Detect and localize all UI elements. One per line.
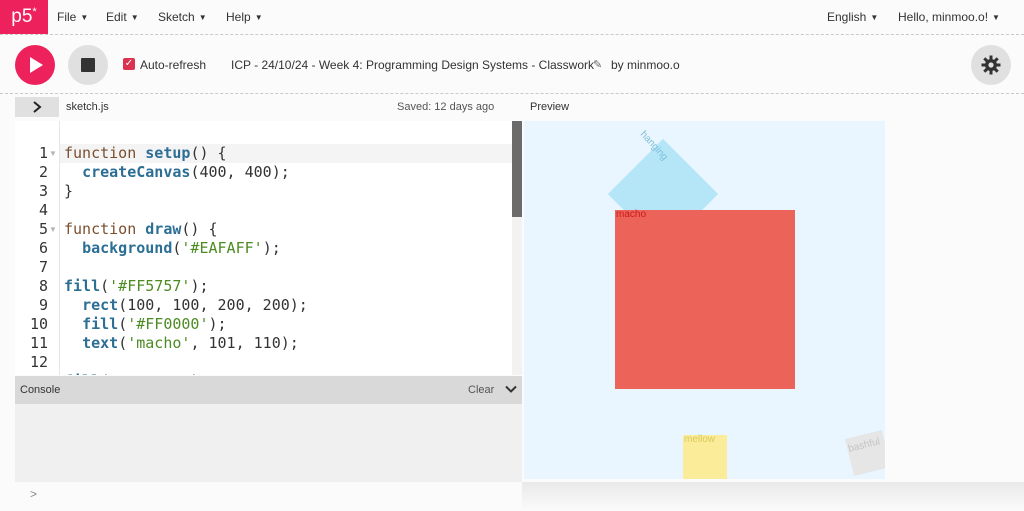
line-number: 5 <box>38 220 48 238</box>
menu-edit[interactable]: Edit ▼ <box>106 10 139 24</box>
chevron-right-icon <box>33 101 42 113</box>
fold-arrow-icon[interactable]: ▼ <box>49 144 57 163</box>
divider <box>0 34 1024 35</box>
saved-status: Saved: 12 days ago <box>397 101 495 113</box>
code-line[interactable]: fill('#C5F4FF') <box>64 372 199 375</box>
line-number: 2 <box>38 163 48 181</box>
sketch-canvas[interactable]: hanging macho mellow bashful <box>524 121 885 479</box>
code-line[interactable]: fill('#FF0000'); <box>64 315 227 334</box>
auto-refresh-checkbox[interactable]: ✓ <box>123 58 135 70</box>
top-navigation: p5 * File ▼ Edit ▼ Sketch ▼ Help ▼ English ▼ H… <box>0 0 1024 34</box>
code-line[interactable]: } <box>64 182 73 201</box>
mellow-text: mellow <box>684 434 716 445</box>
menu-file-label: File <box>57 10 77 24</box>
line-number: 6 <box>38 239 48 257</box>
console-prompt: > <box>30 487 38 501</box>
author-link[interactable]: minmoo.o <box>627 58 680 72</box>
console-header: Console Clear <box>15 376 522 404</box>
preview-label: Preview <box>530 101 570 113</box>
console-clear-button[interactable]: Clear <box>468 384 494 396</box>
menu-help-label: Help <box>226 10 251 24</box>
code-editor[interactable]: 1 ▼ 2 3 4 5 ▼ 6 7 8 9 10 11 12 function se… <box>15 121 522 375</box>
menu-file[interactable]: File ▼ <box>57 10 88 24</box>
auto-refresh-label[interactable]: Auto-refresh <box>140 58 206 72</box>
line-number: 10 <box>29 315 48 333</box>
p5-logo[interactable]: p5 * <box>0 0 48 34</box>
line-number: 11 <box>29 334 48 352</box>
fold-arrow-icon[interactable]: ▼ <box>49 220 57 239</box>
macho-text: macho <box>616 209 647 220</box>
chevron-down-icon: ▼ <box>254 13 263 22</box>
logo-asterisk: * <box>32 6 37 18</box>
chevron-down-icon: ▼ <box>870 13 879 22</box>
pencil-icon[interactable]: ✎ <box>593 58 602 71</box>
language-label: English <box>827 10 867 24</box>
console-output <box>15 404 522 482</box>
code-line[interactable]: background('#EAFAFF'); <box>64 239 281 258</box>
logo-text: p5 <box>11 6 33 27</box>
chevron-down-icon: ▼ <box>130 13 139 22</box>
chevron-down-icon: ▼ <box>992 13 1000 22</box>
gear-icon <box>981 55 1001 75</box>
preview-bottom-shadow <box>522 482 1024 511</box>
line-number: 4 <box>38 201 48 219</box>
sketch-title[interactable]: ICP - 24/10/24 - Week 4: Programming Des… <box>231 58 594 72</box>
console-label: Console <box>20 384 61 396</box>
menu-help[interactable]: Help ▼ <box>226 10 263 24</box>
line-number: 1 <box>38 144 48 162</box>
chevron-down-icon[interactable] <box>505 385 517 394</box>
scrollbar-thumb[interactable] <box>512 121 522 217</box>
play-button[interactable] <box>15 45 55 85</box>
language-selector[interactable]: English ▼ <box>827 10 878 24</box>
red-square <box>615 210 795 389</box>
filename[interactable]: sketch.js <box>66 101 109 113</box>
console-input[interactable]: > <box>0 482 522 511</box>
line-number: 9 <box>38 296 48 314</box>
code-line[interactable]: fill('#FF5757'); <box>64 277 209 296</box>
user-menu[interactable]: Hello, minmoo.o! ▼ <box>898 10 1000 24</box>
code-line[interactable]: rect(100, 100, 200, 200); <box>64 296 308 315</box>
menu-sketch-label: Sketch <box>158 10 195 24</box>
settings-button[interactable] <box>971 45 1011 85</box>
code-line[interactable]: function draw() { <box>64 220 218 239</box>
code-area[interactable]: function setup() { createCanvas(400, 400… <box>64 121 512 375</box>
menu-sketch[interactable]: Sketch ▼ <box>158 10 207 24</box>
code-line[interactable]: createCanvas(400, 400); <box>64 163 290 182</box>
chevron-down-icon: ▼ <box>80 13 89 22</box>
chevron-down-icon: ▼ <box>198 13 207 22</box>
stop-button[interactable] <box>68 45 108 85</box>
line-number: 3 <box>38 182 48 200</box>
menu-edit-label: Edit <box>106 10 127 24</box>
divider <box>0 93 1024 94</box>
user-greeting: Hello, minmoo.o! <box>898 10 989 24</box>
code-line[interactable]: text('macho', 101, 110); <box>64 334 299 353</box>
line-number: 8 <box>38 277 48 295</box>
line-number: 12 <box>29 353 48 371</box>
line-number: 7 <box>38 258 48 276</box>
code-line[interactable]: function setup() { <box>64 144 227 163</box>
expand-sidebar-button[interactable] <box>15 97 59 117</box>
by-label: by <box>611 58 624 72</box>
